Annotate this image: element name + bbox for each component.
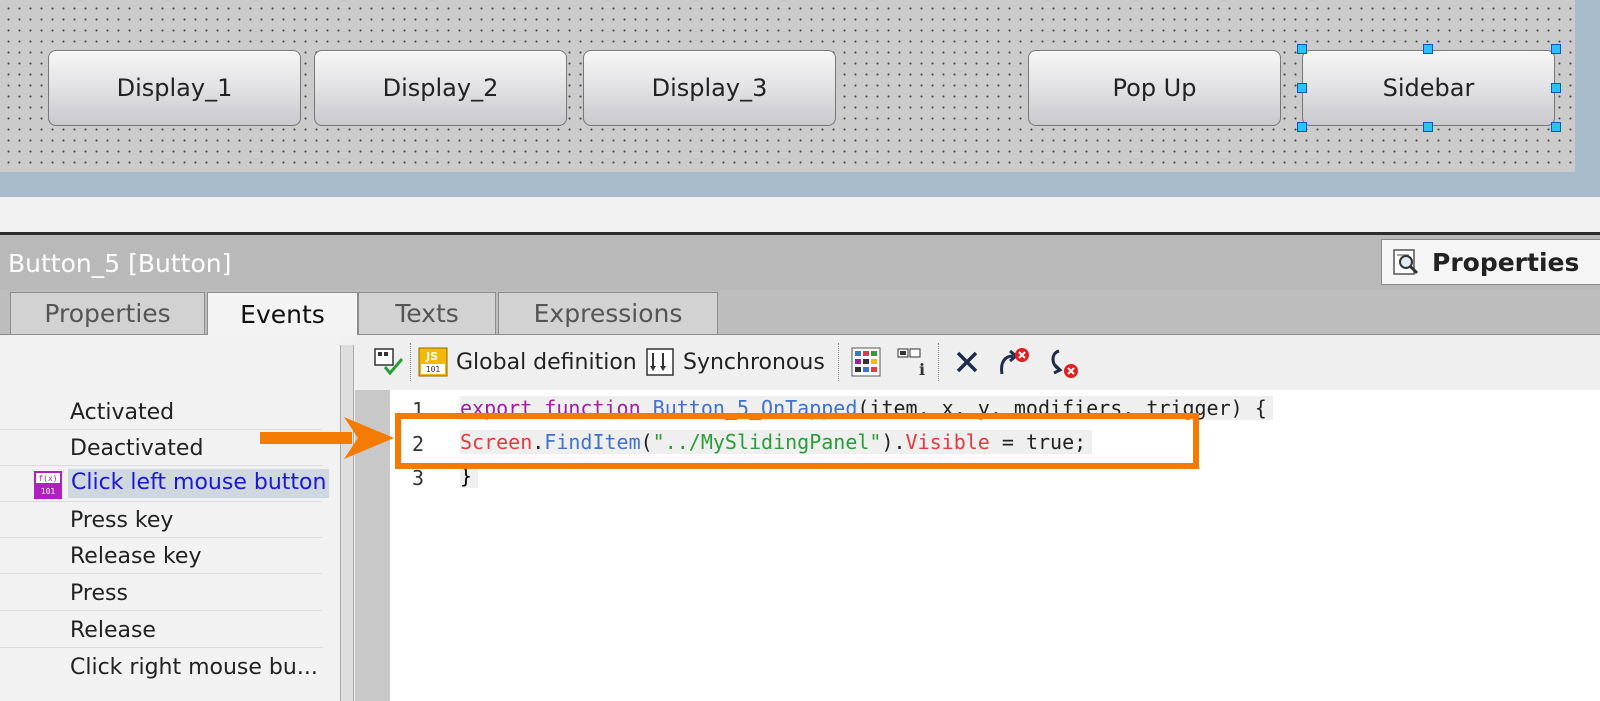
resize-handle-bottom-left[interactable] <box>1297 122 1307 132</box>
synchronous-button[interactable]: Synchronous <box>645 347 825 377</box>
svg-text:JS: JS <box>425 350 438 363</box>
screen-canvas[interactable]: Display_1 Display_2 Display_3 Pop Up Sid… <box>0 0 1600 197</box>
snippets-grid-icon <box>851 347 881 377</box>
toolbar-separator <box>938 343 940 381</box>
sidebar-button[interactable]: Sidebar <box>1302 50 1555 126</box>
tab-texts[interactable]: Texts <box>358 292 496 334</box>
script-toolbar: JS 101 Global definition Synchronous i <box>355 335 1600 390</box>
resize-handle-top-right[interactable] <box>1551 44 1561 54</box>
arrow-right-icon <box>260 417 394 459</box>
redo-error-icon <box>1000 348 1029 375</box>
delete-button[interactable] <box>953 347 981 377</box>
pop-up-button[interactable]: Pop Up <box>1028 50 1281 126</box>
properties-panel-tab[interactable]: Properties <box>1381 239 1600 285</box>
event-press[interactable]: Press <box>0 575 322 611</box>
resize-handle-bottom-right[interactable] <box>1551 122 1561 132</box>
tab-events[interactable]: Events <box>207 292 358 336</box>
event-release-key[interactable]: Release key <box>0 538 322 574</box>
event-click-right-mouse-button[interactable]: Click right mouse bu... <box>0 649 322 685</box>
global-definition-button[interactable]: JS 101 Global definition <box>418 347 637 377</box>
tab-expressions[interactable]: Expressions <box>498 292 718 334</box>
resize-handle-top[interactable] <box>1423 44 1433 54</box>
svg-text:f(x): f(x) <box>38 474 57 483</box>
object-info-icon: i <box>897 348 925 377</box>
object-info-button[interactable]: i <box>897 347 929 377</box>
display-3-button[interactable]: Display_3 <box>583 50 836 126</box>
event-press-key[interactable]: Press key <box>0 502 322 538</box>
design-grid: Display_1 Display_2 Display_3 Pop Up Sid… <box>0 0 1575 172</box>
svg-text:i: i <box>919 360 925 377</box>
toolbar-separator <box>838 343 840 381</box>
inspector-title-bar: Button_5 [Button] Properties <box>0 235 1600 290</box>
inspector-tabs: Properties Events Texts Expressions <box>0 290 1600 336</box>
compile-check-button[interactable] <box>373 347 405 377</box>
line-number: 3 <box>412 466 425 490</box>
compile-check-icon <box>374 348 404 376</box>
resize-handle-left[interactable] <box>1297 83 1307 93</box>
display-2-button[interactable]: Display_2 <box>314 50 567 126</box>
resize-handle-right[interactable] <box>1551 83 1561 93</box>
js-file-icon: JS 101 <box>418 347 448 377</box>
tab-properties[interactable]: Properties <box>10 292 205 334</box>
display-1-button[interactable]: Display_1 <box>48 50 301 126</box>
resize-handle-top-left[interactable] <box>1297 44 1307 54</box>
event-click-left-mouse-button[interactable]: f(x) 101 Click left mouse button <box>0 466 330 502</box>
svg-text:101: 101 <box>41 487 56 496</box>
close-x-icon <box>956 351 978 373</box>
toolbar-separator <box>410 343 412 381</box>
event-release[interactable]: Release <box>0 612 322 648</box>
properties-panel-tab-label: Properties <box>1432 247 1580 277</box>
delete-breakpoint-button[interactable] <box>995 347 1031 377</box>
resize-handle-bottom[interactable] <box>1423 122 1433 132</box>
events-list: Activated Deactivated f(x) 101 Click lef… <box>0 335 340 701</box>
svg-text:101: 101 <box>426 365 441 374</box>
script-function-icon: f(x) 101 <box>34 471 62 499</box>
snippets-button[interactable] <box>850 347 882 377</box>
events-splitter[interactable] <box>340 345 354 701</box>
undo-error-icon <box>1051 349 1078 378</box>
selected-object-title: Button_5 [Button] <box>8 249 232 278</box>
annotation-arrow <box>260 417 400 463</box>
clear-all-button[interactable] <box>1045 347 1081 378</box>
code-highlight-box <box>395 413 1199 469</box>
properties-inspect-icon <box>1393 249 1419 275</box>
canvas-footer <box>0 197 1600 234</box>
synchronous-icon <box>646 348 674 376</box>
